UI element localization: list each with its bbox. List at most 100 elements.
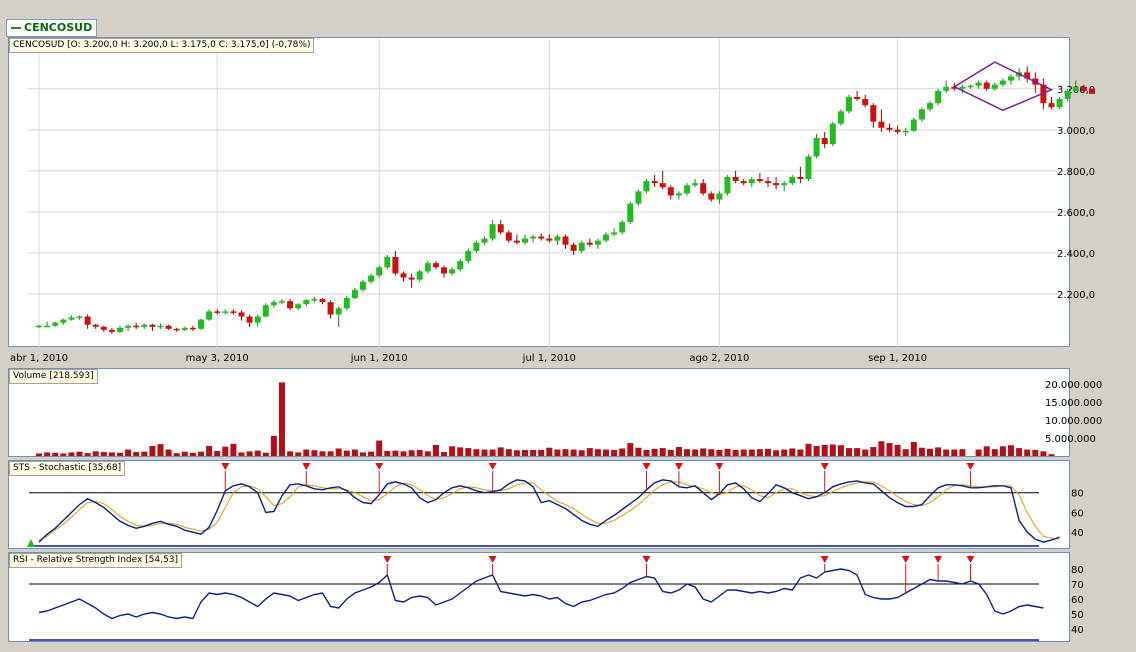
volume-bar	[781, 449, 788, 456]
candle	[789, 177, 796, 184]
candle	[918, 109, 925, 120]
candle	[465, 250, 472, 262]
volume-bar	[481, 449, 488, 456]
volume-bar	[343, 450, 350, 456]
volume-bar	[457, 447, 464, 456]
candle	[765, 181, 771, 184]
volume-bar	[400, 451, 407, 456]
volume-bar	[351, 449, 358, 456]
rsi-tick-label: 50	[1071, 610, 1084, 621]
volume-bar	[376, 440, 383, 456]
candle	[270, 302, 277, 306]
candle	[991, 84, 998, 89]
rsi-signal-marker	[901, 556, 910, 563]
volume-panel[interactable]: 5.000.000 10.000.000 15.000.000 20.000.000 …	[8, 368, 1102, 457]
volume-bar	[546, 447, 553, 456]
rsi-tick-label: 80	[1071, 565, 1084, 576]
volume-bar	[740, 449, 747, 456]
volume-bar	[619, 448, 626, 456]
chart-window: CENCOSUD 2.200,0 2.400,0 2.600,0 2.800,0 3.0…	[0, 0, 1136, 652]
volume-bar	[1008, 445, 1014, 456]
volume-tick-label: 20.000.000	[1045, 380, 1102, 391]
stochastic-signal-marker	[966, 463, 975, 470]
candle	[441, 267, 447, 274]
price-legend: CENCOSUD [O: 3.200,0 H: 3.200,0 L: 3.175…	[9, 38, 315, 53]
volume-bar	[878, 441, 885, 456]
candle	[1064, 90, 1071, 100]
date-tick-label: may 3, 2010	[186, 353, 249, 364]
stochastic-signal-marker	[642, 463, 651, 470]
volume-bar	[60, 453, 67, 456]
price-chart: 2.200,02.400,02.600,02.800,03.000,03.200…	[10, 38, 1095, 364]
volume-bar	[125, 449, 132, 456]
stochastic-signal-marker	[715, 463, 724, 470]
candle	[497, 224, 504, 233]
stochastic-signal-marker	[221, 463, 230, 470]
date-tick-label: ago 2, 2010	[689, 353, 749, 364]
candle	[781, 183, 788, 186]
candle	[44, 325, 51, 328]
volume-bar	[1048, 454, 1055, 456]
rsi-tick-label: 60	[1071, 595, 1084, 606]
candle	[489, 224, 496, 239]
candle	[408, 277, 415, 280]
volume-bar	[756, 449, 763, 456]
candle	[117, 327, 123, 332]
stochastic-signal-marker	[488, 463, 497, 470]
candle	[708, 193, 715, 200]
candle	[214, 311, 221, 313]
candle	[829, 123, 836, 145]
candle	[651, 181, 658, 184]
candle	[562, 236, 569, 245]
candle	[157, 325, 164, 328]
candle	[254, 316, 261, 323]
rsi-panel[interactable]: 40 50 60 70 80 RSI - Relative Strength Index…	[8, 552, 1084, 642]
candle	[108, 329, 115, 332]
volume-bar	[368, 451, 375, 456]
volume-bar	[84, 453, 91, 456]
volume-bar	[643, 449, 650, 456]
volume-bar	[173, 453, 180, 456]
volume-bar	[651, 448, 658, 456]
volume-bar	[708, 449, 715, 456]
volume-bar	[918, 447, 925, 456]
volume-bar	[441, 452, 447, 456]
stochastic-tick-label: 60	[1071, 508, 1084, 519]
volume-bar	[489, 449, 496, 456]
volume-bar	[943, 449, 950, 456]
volume-bar	[279, 382, 285, 456]
candle	[303, 300, 310, 305]
stochastic-panel[interactable]: 40 60 80 STS - Stochastic [35,68]	[8, 460, 1084, 549]
volume-bar	[975, 449, 982, 456]
candle	[667, 187, 674, 196]
volume-bar	[141, 451, 148, 456]
symbol-tab[interactable]: CENCOSUD	[6, 19, 98, 37]
volume-tick-label: 10.000.000	[1045, 416, 1102, 427]
price-tick-label: 2.800,0	[1057, 167, 1095, 178]
volume-bar	[813, 445, 820, 456]
volume-bar	[700, 448, 707, 456]
volume-bar	[238, 452, 245, 456]
volume-bar	[894, 444, 901, 456]
candle	[287, 301, 294, 309]
rsi-signal-marker	[820, 556, 829, 563]
candle	[384, 257, 391, 268]
candle	[756, 179, 763, 182]
candle	[983, 82, 990, 89]
candle	[530, 236, 537, 239]
volume-bar	[52, 452, 59, 456]
volume-bar	[935, 447, 942, 456]
candle	[165, 325, 172, 329]
volume-bar	[1032, 449, 1039, 456]
rsi-signal-marker	[383, 556, 392, 563]
candle	[189, 327, 196, 330]
price-tick-label: 2.200,0	[1057, 290, 1095, 301]
candle	[68, 317, 75, 320]
candle	[230, 311, 237, 313]
price-panel[interactable]: 2.200,02.400,02.600,02.800,03.000,03.200…	[8, 37, 1095, 364]
volume-bar	[732, 449, 739, 456]
volume-bar	[416, 449, 423, 456]
volume-bar	[68, 452, 75, 456]
volume-bar	[870, 447, 877, 456]
candle	[400, 273, 407, 278]
